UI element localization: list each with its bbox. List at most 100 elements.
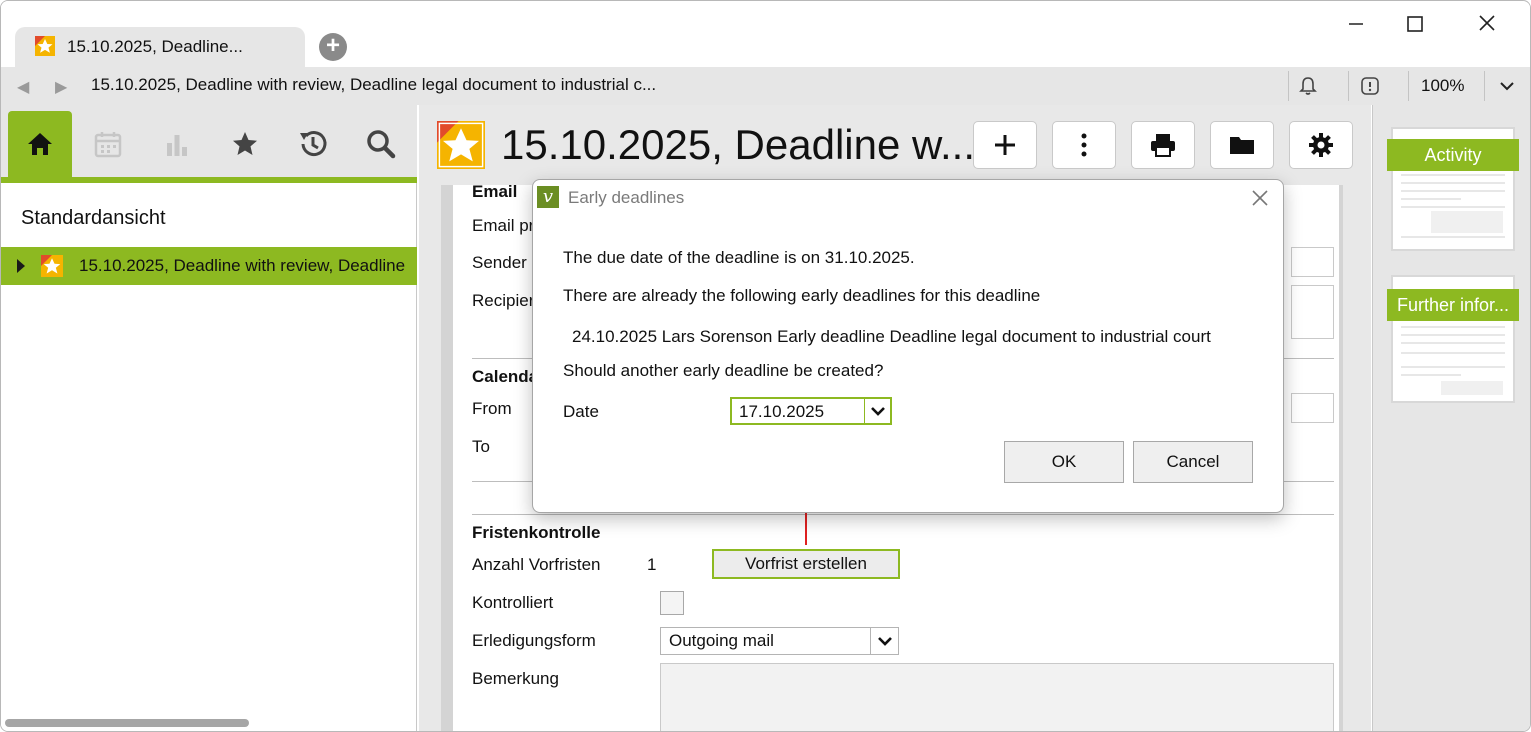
expand-arrow-icon[interactable] <box>17 259 25 273</box>
plus-icon <box>995 135 1015 155</box>
new-tab-plus-icon[interactable]: + <box>319 33 347 61</box>
browser-tab[interactable]: 15.10.2025, Deadline... <box>15 27 305 67</box>
right-pane: Activity Further infor... <box>1372 105 1530 731</box>
date-select[interactable]: 17.10.2025 <box>730 397 892 425</box>
due-date-text: The due date of the deadline is on 31.10… <box>563 248 915 267</box>
address-text: 15.10.2025, Deadline with review, Deadli… <box>91 75 657 94</box>
erledigungsform-value: Outgoing mail <box>669 631 774 650</box>
document-title: 15.10.2025, Deadline w... <box>501 121 976 168</box>
kontrolliert-checkbox[interactable] <box>660 591 684 615</box>
separator <box>1348 71 1349 101</box>
history-button[interactable] <box>281 111 345 177</box>
star-icon <box>233 132 257 155</box>
bell-icon[interactable] <box>1297 75 1319 97</box>
favorites-button[interactable] <box>213 111 277 177</box>
fristenkontrolle-header: Fristenkontrolle <box>472 523 601 542</box>
folder-button[interactable] <box>1210 121 1274 169</box>
printer-icon <box>1151 134 1175 157</box>
tree-item-label: 15.10.2025, Deadline with review, Deadli… <box>79 256 406 275</box>
chevron-down-icon <box>870 407 885 416</box>
calendar-button[interactable] <box>76 111 140 177</box>
page-preview <box>1401 326 1505 395</box>
history-icon <box>300 131 327 157</box>
anzahl-vorfristen-label: Anzahl Vorfristen <box>472 555 601 574</box>
to-label: To <box>472 437 490 456</box>
calendar-section-header: Calenda <box>472 367 539 386</box>
email-section-header: Email <box>472 182 518 201</box>
title-bar: 15.10.2025, Deadline... + <box>1 1 1530 67</box>
deadline-star-icon <box>437 121 485 169</box>
deadline-star-icon <box>35 36 55 56</box>
back-arrow-icon[interactable]: ◀ <box>17 77 29 97</box>
chevron-down-icon[interactable] <box>1497 77 1517 95</box>
activity-thumbnail[interactable]: Activity <box>1387 127 1519 251</box>
erledigungsform-label: Erledigungsform <box>472 631 596 650</box>
from-field[interactable] <box>1291 393 1334 423</box>
from-label: From <box>472 399 512 418</box>
recipient-label: Recipier <box>472 291 535 310</box>
search-button[interactable] <box>349 111 413 177</box>
folder-icon <box>1230 137 1254 154</box>
sender-label: Sender <box>472 253 527 272</box>
close-window-icon[interactable] <box>1467 9 1507 39</box>
erledigungsform-select[interactable]: Outgoing mail <box>660 627 899 655</box>
separator <box>1288 71 1289 101</box>
separator <box>1408 71 1409 101</box>
close-icon[interactable] <box>1249 187 1271 209</box>
bemerkung-textarea[interactable] <box>660 663 1334 731</box>
recipient-field[interactable] <box>1291 285 1334 339</box>
home-button[interactable] <box>8 111 72 177</box>
tab-title: 15.10.2025, Deadline... <box>67 37 243 56</box>
kontrolliert-label: Kontrolliert <box>472 593 554 612</box>
ok-button[interactable]: OK <box>1004 441 1124 483</box>
anzahl-vorfristen-value: 1 <box>647 555 657 574</box>
search-icon <box>367 130 396 159</box>
minimize-icon[interactable] <box>1336 9 1376 39</box>
date-label: Date <box>563 402 599 421</box>
separator <box>1484 71 1485 101</box>
dialog-title: Early deadlines <box>568 188 685 207</box>
bemerkung-label: Bemerkung <box>472 669 559 688</box>
further-info-thumbnail[interactable]: Further infor... <box>1387 275 1519 403</box>
statistics-button[interactable] <box>145 111 209 177</box>
question-text: Should another early deadline be created… <box>563 361 884 380</box>
add-button[interactable] <box>973 121 1037 169</box>
view-title: Standardansicht <box>21 207 166 229</box>
existing-deadlines-text: There are already the following early de… <box>563 286 1041 305</box>
notice-icon[interactable] <box>1359 75 1381 97</box>
address-bar: ◀ ▶ 15.10.2025, Deadline with review, De… <box>1 67 1530 105</box>
date-value: 17.10.2025 <box>739 402 825 421</box>
tree-item[interactable]: 15.10.2025, Deadline with review, Deadli… <box>1 247 417 285</box>
early-deadlines-dialog: v Early deadlines The due date of the de… <box>532 179 1284 513</box>
date-dropdown-button[interactable] <box>864 399 890 423</box>
early-deadline-entry: 24.10.2025 Lars Sorenson Early deadline … <box>572 327 1211 346</box>
email-priority-label: Email pr <box>472 216 535 235</box>
home-icon <box>28 133 52 155</box>
gear-icon <box>1309 133 1333 157</box>
divider <box>472 514 1334 515</box>
dropdown-button[interactable] <box>870 628 898 654</box>
cancel-button[interactable]: Cancel <box>1133 441 1253 483</box>
left-pane: Standardansicht 15.10.2025, Deadline wit… <box>1 105 417 731</box>
vorfrist-erstellen-button[interactable]: Vorfrist erstellen <box>712 549 900 579</box>
horizontal-scrollbar[interactable] <box>5 719 249 727</box>
settings-button[interactable] <box>1289 121 1353 169</box>
more-vertical-icon <box>1081 133 1087 157</box>
more-button[interactable] <box>1052 121 1116 169</box>
forward-arrow-icon[interactable]: ▶ <box>55 77 67 97</box>
left-toolbar <box>1 105 417 183</box>
maximize-icon[interactable] <box>1395 9 1435 39</box>
further-info-label: Further infor... <box>1387 289 1519 321</box>
activity-label: Activity <box>1387 139 1519 171</box>
app-window: 15.10.2025, Deadline... + ◀ ▶ 15.10.2025… <box>0 0 1531 732</box>
sender-field[interactable] <box>1291 247 1334 277</box>
print-button[interactable] <box>1131 121 1195 169</box>
app-logo-icon: v <box>537 186 559 208</box>
dialog-header: v Early deadlines <box>533 180 1283 216</box>
chevron-down-icon <box>877 637 892 646</box>
calendar-icon <box>94 132 122 158</box>
zoom-level[interactable]: 100% <box>1421 76 1464 96</box>
bar-chart-icon <box>167 135 187 156</box>
page-preview <box>1401 174 1505 238</box>
deadline-star-icon <box>41 255 63 277</box>
